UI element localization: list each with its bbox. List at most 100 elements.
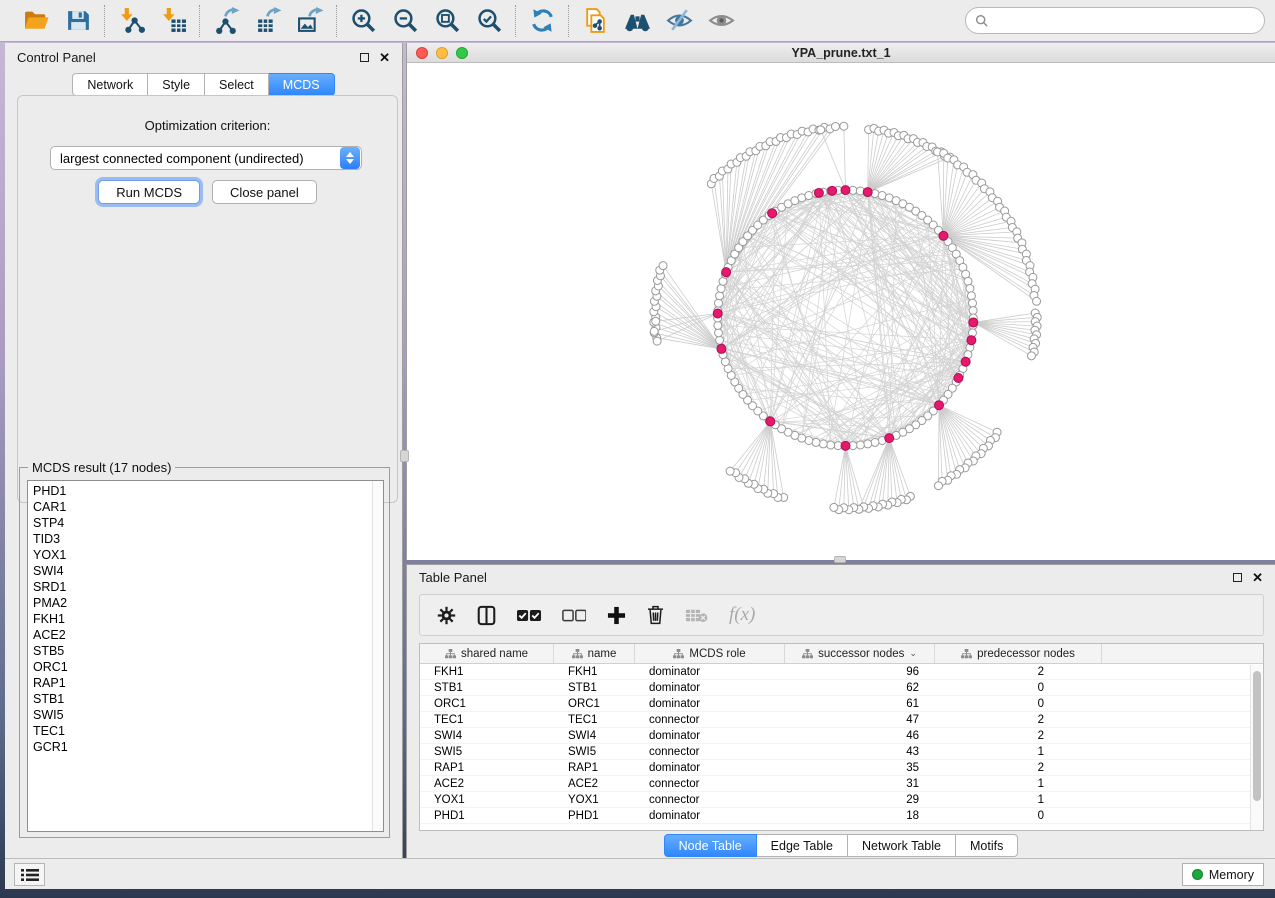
export-table-button[interactable] — [252, 5, 284, 37]
table-row[interactable]: RAP1RAP1dominator352 — [420, 760, 1263, 776]
network-window-titlebar[interactable]: YPA_prune.txt_1 — [407, 43, 1275, 63]
select-all-button[interactable] — [517, 609, 541, 622]
vertical-splitter-handle[interactable] — [400, 450, 409, 462]
clone-network-button[interactable] — [579, 5, 611, 37]
cell-name: ACE2 — [554, 778, 635, 790]
gear-icon — [437, 606, 456, 625]
mcds-result-item[interactable]: CAR1 — [28, 499, 383, 515]
horizontal-splitter-handle[interactable] — [834, 556, 846, 563]
table-row[interactable]: YOX1YOX1connector291 — [420, 792, 1263, 808]
network-graph-canvas[interactable] — [407, 63, 1275, 560]
node-table[interactable]: shared name name MCDS role successor nodes⌄… — [419, 643, 1264, 831]
mcds-result-item[interactable]: STP4 — [28, 515, 383, 531]
mcds-result-item[interactable]: RAP1 — [28, 675, 383, 691]
mcds-result-item[interactable]: STB5 — [28, 643, 383, 659]
mcds-result-item[interactable]: STB1 — [28, 691, 383, 707]
result-list-scrollbar[interactable] — [372, 481, 383, 831]
table-scrollbar-thumb[interactable] — [1253, 671, 1261, 801]
table-row[interactable]: PHD1PHD1dominator180 — [420, 808, 1263, 824]
column-label: successor nodes — [818, 648, 904, 660]
search-input[interactable] — [995, 8, 1264, 33]
task-history-button[interactable] — [14, 863, 45, 886]
tab-network[interactable]: Network — [72, 73, 148, 96]
deselect-all-button[interactable] — [562, 609, 586, 622]
mcds-result-item[interactable]: SWI5 — [28, 707, 383, 723]
zoom-fit-button[interactable] — [431, 5, 463, 37]
mcds-result-item[interactable]: PMA2 — [28, 595, 383, 611]
mcds-result-item[interactable]: TID3 — [28, 531, 383, 547]
cell-predecessor-nodes: 0 — [935, 682, 1102, 694]
column-header-successor-nodes[interactable]: successor nodes⌄ — [785, 644, 935, 663]
mcds-result-list[interactable]: PHD1CAR1STP4TID3YOX1SWI4SRD1PMA2FKH1ACE2… — [27, 480, 384, 832]
table-row[interactable]: TEC1TEC1connector472 — [420, 712, 1263, 728]
zoom-in-button[interactable] — [347, 5, 379, 37]
table-tab-network-table[interactable]: Network Table — [848, 834, 956, 857]
refresh-button[interactable] — [526, 5, 558, 37]
function-builder-icon: f(x) — [729, 604, 755, 625]
tab-mcds[interactable]: MCDS — [269, 73, 335, 96]
gear-button[interactable] — [437, 606, 456, 625]
control-panel-title: Control Panel — [17, 50, 96, 65]
open-folder-button[interactable] — [20, 5, 52, 37]
search-field[interactable] — [965, 7, 1265, 34]
table-row[interactable]: ACE2ACE2connector311 — [420, 776, 1263, 792]
mcds-result-item[interactable]: PHD1 — [28, 483, 383, 499]
cell-successor-nodes: 31 — [785, 778, 935, 790]
zoom-out-button[interactable] — [389, 5, 421, 37]
delete-column-button[interactable] — [647, 605, 664, 625]
cell-MCDS-role: dominator — [635, 698, 785, 710]
cell-predecessor-nodes: 2 — [935, 762, 1102, 774]
zoom-selected-button[interactable] — [473, 5, 505, 37]
attribute-icon — [802, 649, 813, 659]
table-row[interactable]: SWI4SWI4dominator462 — [420, 728, 1263, 744]
mcds-result-item[interactable]: GCR1 — [28, 739, 383, 755]
column-label: predecessor nodes — [977, 648, 1075, 660]
table-scrollbar[interactable] — [1250, 665, 1263, 830]
mcds-result-item[interactable]: ORC1 — [28, 659, 383, 675]
table-tab-node-table[interactable]: Node Table — [664, 834, 757, 857]
run-mcds-button[interactable]: Run MCDS — [98, 180, 200, 204]
export-image-button[interactable] — [294, 5, 326, 37]
find-button[interactable] — [621, 5, 653, 37]
tab-select[interactable]: Select — [205, 73, 269, 96]
memory-button[interactable]: Memory — [1182, 863, 1264, 886]
column-header-name[interactable]: name — [554, 644, 635, 663]
column-label: MCDS role — [689, 648, 745, 660]
mcds-result-item[interactable]: ACE2 — [28, 627, 383, 643]
show-glyph-button[interactable] — [705, 5, 737, 37]
columns-button[interactable] — [477, 605, 496, 626]
cell-name: ORC1 — [554, 698, 635, 710]
table-row[interactable]: ORC1ORC1dominator610 — [420, 696, 1263, 712]
mcds-result-item[interactable]: FKH1 — [28, 611, 383, 627]
column-label: name — [588, 648, 617, 660]
column-header-MCDS-role[interactable]: MCDS role — [635, 644, 785, 663]
float-table-panel-icon[interactable] — [1233, 573, 1242, 582]
cell-name: FKH1 — [554, 666, 635, 678]
mcds-result-item[interactable]: YOX1 — [28, 547, 383, 563]
table-tab-edge-table[interactable]: Edge Table — [757, 834, 848, 857]
float-panel-icon[interactable] — [360, 53, 369, 62]
close-panel-icon[interactable]: ✕ — [379, 51, 390, 64]
import-table-button[interactable] — [157, 5, 189, 37]
mcds-result-item[interactable]: SWI4 — [28, 563, 383, 579]
optimization-criterion-dropdown[interactable]: largest connected component (undirected) — [50, 146, 362, 170]
add-column-button[interactable] — [607, 606, 626, 625]
export-network-button[interactable] — [210, 5, 242, 37]
column-header-predecessor-nodes[interactable]: predecessor nodes — [935, 644, 1102, 663]
table-tab-motifs[interactable]: Motifs — [956, 834, 1018, 857]
import-network-button[interactable] — [115, 5, 147, 37]
table-row[interactable]: FKH1FKH1dominator962 — [420, 664, 1263, 680]
mcds-result-item[interactable]: TEC1 — [28, 723, 383, 739]
hide-glyph-button[interactable] — [663, 5, 695, 37]
mcds-result-item[interactable]: SRD1 — [28, 579, 383, 595]
table-row[interactable]: STB1STB1dominator620 — [420, 680, 1263, 696]
column-header-shared-name[interactable]: shared name — [420, 644, 554, 663]
cell-predecessor-nodes: 2 — [935, 714, 1102, 726]
cell-MCDS-role: dominator — [635, 682, 785, 694]
save-button[interactable] — [62, 5, 94, 37]
close-panel-button[interactable]: Close panel — [212, 180, 317, 204]
zoom-selected-icon — [476, 7, 503, 34]
close-table-panel-icon[interactable]: ✕ — [1252, 571, 1263, 584]
table-row[interactable]: SWI5SWI5connector431 — [420, 744, 1263, 760]
tab-style[interactable]: Style — [148, 73, 205, 96]
